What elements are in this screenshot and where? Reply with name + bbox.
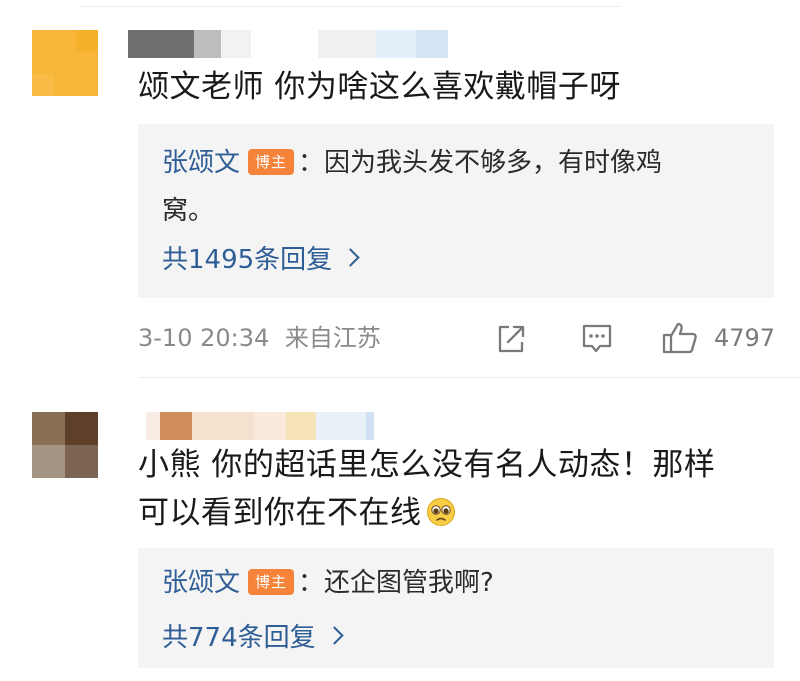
more-replies-link[interactable]: 共1495条回复 xyxy=(162,240,360,280)
comment-text: 小熊 你的超话里怎么没有名人动态！那样 xyxy=(138,447,716,483)
like-button[interactable] xyxy=(660,318,700,358)
comment-location: 来自江苏 xyxy=(284,324,381,352)
top-divider xyxy=(80,0,620,7)
avatar[interactable] xyxy=(32,30,98,96)
reply-line: 张颂文 博主 ：因为我头发不够多，有时像鸡 xyxy=(162,140,662,186)
reply-separator: ： xyxy=(298,568,325,598)
more-replies-label: 共1495条回复 xyxy=(162,245,333,275)
comment-icon xyxy=(582,324,612,353)
more-replies-link[interactable]: 共774条回复 xyxy=(162,618,344,658)
comment-meta: 3-10 20:34 来自江苏 xyxy=(138,318,381,358)
comment-text: 颂文老师 你为啥这么喜欢戴帽子呀 xyxy=(138,69,621,105)
thumbs-up-icon xyxy=(662,322,697,354)
reply-text: 因为我头发不够多，有时像鸡 xyxy=(324,148,663,178)
share-button[interactable] xyxy=(494,318,528,358)
weibo-comment-thread: 颂文老师 你为啥这么喜欢戴帽子呀 张颂文 博主 ：因为我头发不够多，有时像鸡 窝。 … xyxy=(0,0,800,681)
reply-text-continued: 窝。 xyxy=(162,196,215,226)
blogger-badge: 博主 xyxy=(248,149,295,175)
pleading-face-emoji xyxy=(426,498,455,526)
reply-author[interactable]: 张颂文 xyxy=(162,148,240,178)
reply-box[interactable]: 张颂文 博主 ：还企图管我啊? 共774条回复 xyxy=(138,548,774,668)
like-count: 4797 xyxy=(714,324,776,352)
username-mosaic[interactable] xyxy=(146,412,374,440)
chevron-right-icon xyxy=(341,248,360,267)
comment-button[interactable] xyxy=(580,318,614,358)
comment-divider xyxy=(138,377,800,378)
reply-text: 还企图管我啊? xyxy=(324,568,494,598)
avatar[interactable] xyxy=(32,412,98,478)
reply-author[interactable]: 张颂文 xyxy=(162,568,240,598)
chevron-right-icon xyxy=(324,626,344,645)
more-replies-label: 共774条回复 xyxy=(162,623,316,653)
share-icon xyxy=(498,325,525,353)
comment-time: 3-10 20:34 xyxy=(138,324,270,352)
reply-box[interactable]: 张颂文 博主 ：因为我头发不够多，有时像鸡 窝。 共1495条回复 xyxy=(138,124,774,298)
username-mosaic[interactable] xyxy=(128,30,448,58)
reply-line: 张颂文 博主 ：还企图管我啊? xyxy=(162,560,494,606)
comment-text-continued: 可以看到你在不在线 xyxy=(138,490,456,536)
blogger-badge: 博主 xyxy=(248,569,295,595)
comment-text-line: 可以看到你在不在线 xyxy=(138,495,422,531)
reply-separator: ： xyxy=(298,148,325,178)
